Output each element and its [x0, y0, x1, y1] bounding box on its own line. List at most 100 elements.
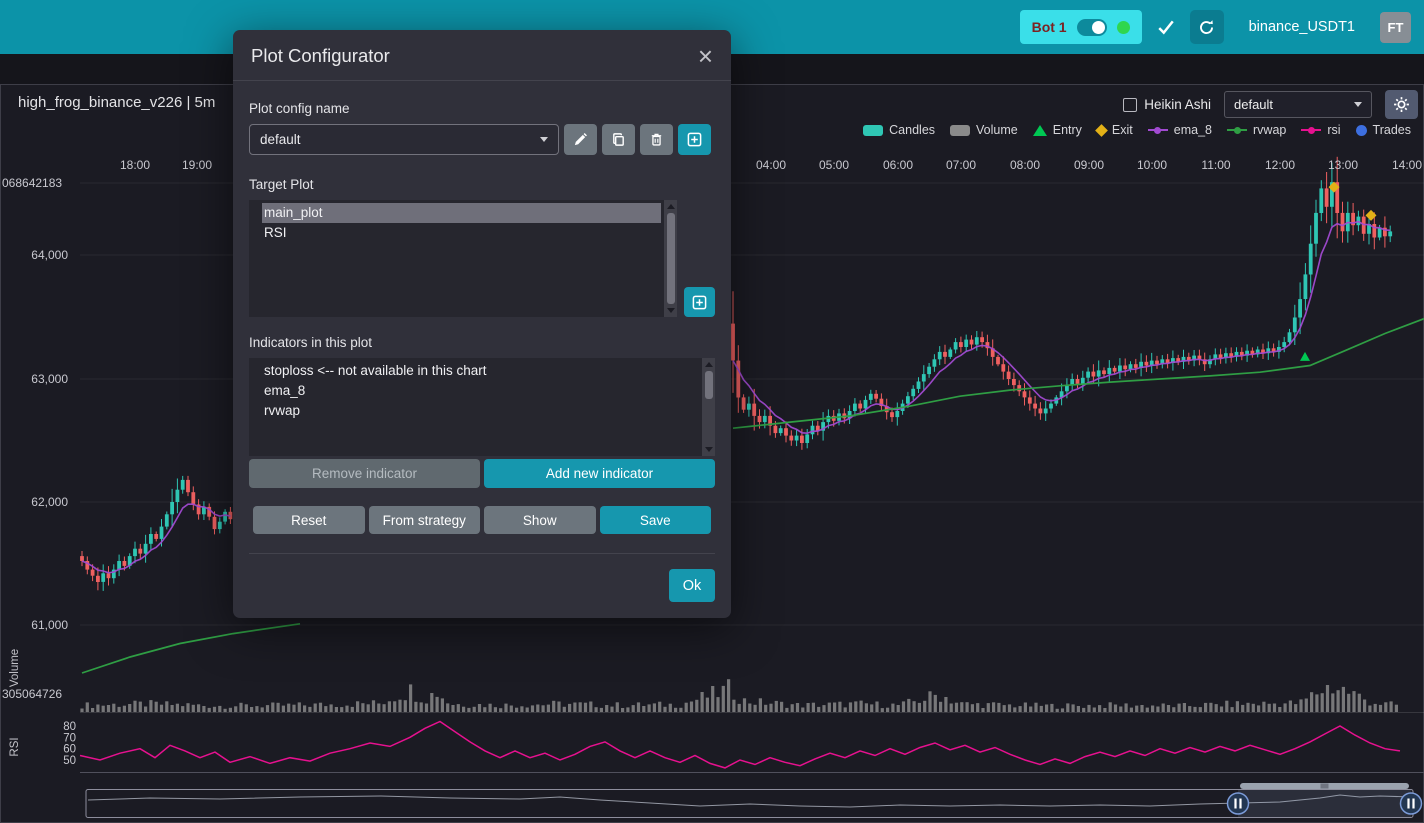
plus-square-icon [692, 295, 707, 310]
scroll-down-icon[interactable] [667, 308, 675, 313]
heikin-ashi-control[interactable]: Heikin Ashi [1123, 97, 1211, 112]
refresh-button[interactable] [1190, 10, 1224, 44]
svg-text:Volume: Volume [9, 649, 21, 687]
plus-square-icon [687, 132, 702, 147]
svg-text:60: 60 [63, 744, 76, 756]
bot-toggle[interactable] [1077, 19, 1107, 36]
close-icon[interactable]: × [698, 46, 713, 66]
ok-button[interactable]: Ok [669, 569, 715, 602]
legend-label: Trades [1373, 123, 1411, 137]
config-name-row: default [249, 124, 715, 155]
svg-text:18:00: 18:00 [120, 158, 150, 172]
check-icon [1157, 19, 1175, 35]
svg-text:80: 80 [63, 721, 76, 733]
rsi-line [80, 722, 1400, 768]
legend-item-trades[interactable]: Trades [1356, 123, 1411, 137]
config-actions-row: Reset From strategy Show Save [249, 506, 715, 534]
show-button[interactable]: Show [484, 506, 596, 534]
indicators-listbox[interactable]: stoploss <-- not available in this chart… [249, 358, 715, 456]
legend-item-rvwap[interactable]: rvwap [1227, 123, 1286, 137]
scroll-thumb[interactable] [667, 213, 675, 304]
svg-text:64,000: 64,000 [31, 248, 68, 262]
trash-icon [649, 132, 664, 147]
config-name-value: default [260, 132, 301, 147]
svg-text:07:00: 07:00 [946, 158, 976, 172]
config-name-select[interactable]: default [249, 124, 559, 155]
legend-label: Entry [1053, 123, 1082, 137]
legend-swatch [950, 125, 970, 136]
list-option[interactable]: stoploss <-- not available in this chart [262, 361, 699, 381]
scroll-thumb[interactable] [705, 371, 713, 399]
legend-swatch [1033, 125, 1047, 136]
pencil-icon [573, 132, 588, 147]
svg-text:50: 50 [63, 755, 76, 767]
svg-text:05:00: 05:00 [819, 158, 849, 172]
legend-label: Exit [1112, 123, 1133, 137]
indicator-actions-row: Remove indicator Add new indicator [249, 459, 715, 488]
candles-segment [80, 476, 232, 591]
legend-label: Volume [976, 123, 1018, 137]
svg-text:70: 70 [63, 732, 76, 744]
svg-text:13:00: 13:00 [1328, 158, 1358, 172]
config-name-label: Plot config name [249, 101, 715, 116]
candles-segment [731, 157, 1392, 450]
zoom-handle [1228, 793, 1249, 814]
legend-swatch [863, 125, 883, 136]
legend-item-rsi[interactable]: rsi [1301, 123, 1340, 137]
ft-avatar[interactable]: FT [1380, 12, 1411, 43]
legend-swatch [1148, 126, 1168, 134]
scrollbar[interactable] [702, 358, 715, 456]
toggle-knob [1092, 21, 1105, 34]
delete-config-button[interactable] [640, 124, 673, 155]
scroll-up-icon[interactable] [667, 204, 675, 209]
svg-text:04:00: 04:00 [756, 158, 786, 172]
svg-text:068642183: 068642183 [2, 176, 62, 190]
target-plot-label: Target Plot [249, 177, 715, 192]
scroll-down-icon[interactable] [705, 447, 713, 452]
legend-item-exit[interactable]: Exit [1097, 123, 1133, 137]
gear-icon [1393, 96, 1410, 113]
legend-item-entry[interactable]: Entry [1033, 123, 1082, 137]
scrollbar[interactable] [664, 200, 677, 317]
svg-text:62,000: 62,000 [31, 495, 68, 509]
from-strategy-button[interactable]: From strategy [369, 506, 481, 534]
chevron-down-icon [540, 137, 548, 142]
heikin-ashi-checkbox[interactable] [1123, 98, 1137, 112]
list-option[interactable]: rvwap [262, 401, 699, 421]
bot-selector[interactable]: Bot 1 [1020, 10, 1142, 44]
list-option[interactable]: RSI [262, 223, 661, 243]
reset-button[interactable]: Reset [253, 506, 365, 534]
modal-title: Plot Configurator [251, 45, 390, 67]
legend-item-candles[interactable]: Candles [863, 123, 935, 137]
legend-item-ema_8[interactable]: ema_8 [1148, 123, 1212, 137]
add-config-button[interactable] [678, 124, 711, 155]
plot-config-select-value: default [1234, 97, 1273, 112]
add-plot-button[interactable] [684, 287, 715, 317]
plot-settings-button[interactable] [1385, 90, 1418, 119]
duplicate-config-button[interactable] [602, 124, 635, 155]
plot-config-select-header[interactable]: default [1224, 91, 1372, 118]
svg-text:61,000: 61,000 [31, 618, 68, 632]
list-option[interactable]: ema_8 [262, 381, 699, 401]
svg-text:RSI: RSI [9, 737, 21, 756]
list-option[interactable]: main_plot [262, 203, 661, 223]
edit-config-button[interactable] [564, 124, 597, 155]
legend-item-volume[interactable]: Volume [950, 123, 1018, 137]
target-plot-listbox[interactable]: main_plotRSI [249, 200, 677, 317]
heikin-ashi-label: Heikin Ashi [1144, 97, 1211, 112]
remove-indicator-button[interactable]: Remove indicator [249, 459, 480, 488]
chevron-down-icon [1354, 102, 1362, 107]
save-button[interactable]: Save [600, 506, 712, 534]
refresh-icon [1198, 19, 1215, 36]
exchange-account-label: binance_USDT1 [1249, 19, 1355, 35]
plot-configurator-modal: Plot Configurator × Plot config name def… [233, 30, 731, 618]
svg-text:11:00: 11:00 [1201, 158, 1230, 172]
svg-text:10:00: 10:00 [1137, 158, 1167, 172]
legend-label: Candles [889, 123, 935, 137]
scroll-up-icon[interactable] [705, 362, 713, 367]
legend-swatch [1356, 125, 1367, 136]
add-new-indicator-button[interactable]: Add new indicator [484, 459, 715, 488]
zoom-handle [1401, 793, 1422, 814]
strategy-title: high_frog_binance_v226 | 5m [18, 94, 215, 111]
rvwap-line [733, 319, 1424, 429]
